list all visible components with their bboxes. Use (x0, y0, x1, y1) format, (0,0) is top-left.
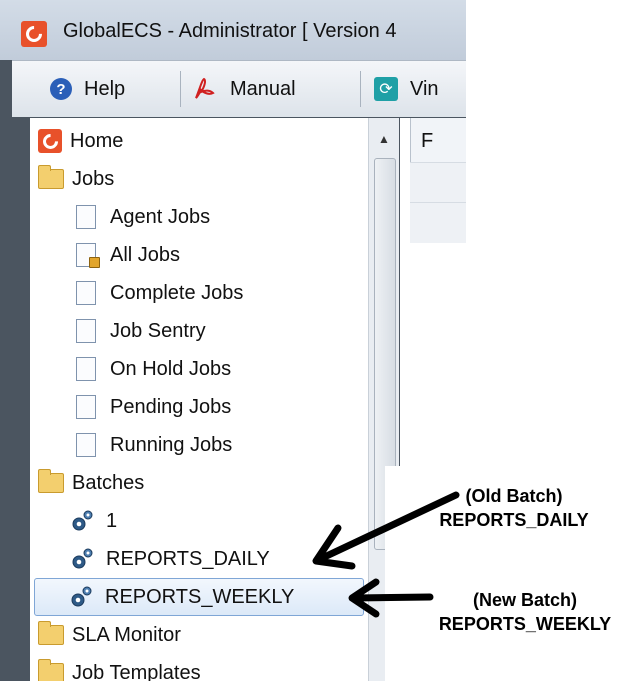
home-icon (38, 129, 62, 153)
manual-button[interactable]: Manual (192, 75, 296, 103)
folder-icon (38, 621, 64, 645)
tree-item-job-templates[interactable]: Job Templates (38, 656, 201, 681)
manual-button-label: Manual (230, 77, 296, 100)
help-button[interactable]: ? Help (50, 75, 125, 103)
toolbar-separator (180, 71, 181, 107)
tree-item-label: REPORTS_DAILY (106, 547, 270, 570)
new-batch-callout-line2: REPORTS_WEEKLY (438, 614, 612, 634)
tree-item-running-jobs[interactable]: Running Jobs (76, 428, 232, 462)
new-batch-callout-line1: (New Batch) (472, 590, 577, 610)
gear-icon (72, 548, 93, 569)
tree-item-reports-weekly[interactable]: REPORTS_WEEKLY (34, 578, 364, 616)
tree-item-home[interactable]: Home (38, 124, 123, 158)
folder-icon (38, 165, 64, 189)
tree-item-label: 1 (106, 509, 118, 532)
help-icon: ? (50, 78, 72, 100)
old-batch-callout-line1: (Old Batch) (465, 486, 563, 506)
third-toolbar-button-label: Vin (410, 77, 439, 100)
locked-document-icon (76, 243, 100, 268)
tree-item-label: Pending Jobs (110, 395, 232, 418)
toolbar-separator (360, 71, 361, 107)
tree-item-label: SLA Monitor (72, 623, 181, 646)
content-column-header[interactable]: F (410, 118, 466, 162)
tree-item-job-sentry[interactable]: Job Sentry (76, 314, 206, 348)
old-batch-callout-line2: REPORTS_DAILY (439, 510, 589, 530)
tree-item-label: Complete Jobs (110, 281, 244, 304)
tree-item-label: Running Jobs (110, 433, 233, 456)
content-row[interactable] (410, 162, 466, 203)
folder-icon (38, 469, 64, 493)
tree-item-label: All Jobs (110, 243, 181, 266)
document-icon (76, 205, 96, 229)
navigation-tree: Home Jobs Agent Jobs All Jobs Complete J… (30, 118, 368, 681)
tree-item-label: Agent Jobs (110, 205, 211, 228)
gear-icon (72, 510, 93, 531)
help-button-label: Help (84, 77, 126, 100)
tree-item-on-hold-jobs[interactable]: On Hold Jobs (76, 352, 231, 386)
old-batch-callout: (Old Batch) REPORTS_DAILY (414, 484, 614, 532)
pdf-icon (195, 77, 215, 99)
tree-item-label: Home (70, 129, 124, 152)
document-icon (76, 395, 96, 419)
tree-item-label: REPORTS_WEEKLY (105, 585, 295, 608)
window-title: GlobalECS - Administrator [ Version 4 (63, 20, 397, 42)
tree-item-label: On Hold Jobs (110, 357, 232, 380)
tree-item-label: Jobs (72, 167, 115, 190)
tree-item-label: Job Templates (72, 661, 201, 681)
refresh-icon: ⟳ (374, 77, 398, 101)
document-icon (76, 357, 96, 381)
tree-item-batches[interactable]: Batches (38, 466, 144, 500)
content-row[interactable] (410, 202, 466, 243)
tree-item-agent-jobs[interactable]: Agent Jobs (76, 200, 210, 234)
new-batch-callout: (New Batch) REPORTS_WEEKLY (412, 588, 638, 636)
toolbar: ? Help Manual ⟳ Vin (12, 60, 466, 117)
tree-item-all-jobs[interactable]: All Jobs (76, 238, 180, 272)
title-bar: GlobalECS - Administrator [ Version 4 (0, 0, 466, 60)
document-icon (76, 281, 96, 305)
tree-item-jobs[interactable]: Jobs (38, 162, 114, 196)
tree-item-label: Job Sentry (110, 319, 206, 342)
scroll-up-arrow-icon[interactable]: ▲ (373, 126, 395, 152)
document-icon (76, 319, 96, 343)
gear-icon (71, 586, 92, 607)
folder-icon (38, 659, 64, 681)
app-logo-icon (21, 21, 47, 47)
tree-item-reports-daily[interactable]: REPORTS_DAILY (70, 542, 270, 576)
third-toolbar-button[interactable]: ⟳ Vin (374, 75, 439, 103)
tree-item-label: Batches (72, 471, 145, 494)
tree-item-complete-jobs[interactable]: Complete Jobs (76, 276, 243, 310)
tree-item-pending-jobs[interactable]: Pending Jobs (76, 390, 231, 424)
tree-item-sla-monitor[interactable]: SLA Monitor (38, 618, 181, 652)
tree-item-batch-1[interactable]: 1 (70, 504, 117, 538)
document-icon (76, 433, 96, 457)
